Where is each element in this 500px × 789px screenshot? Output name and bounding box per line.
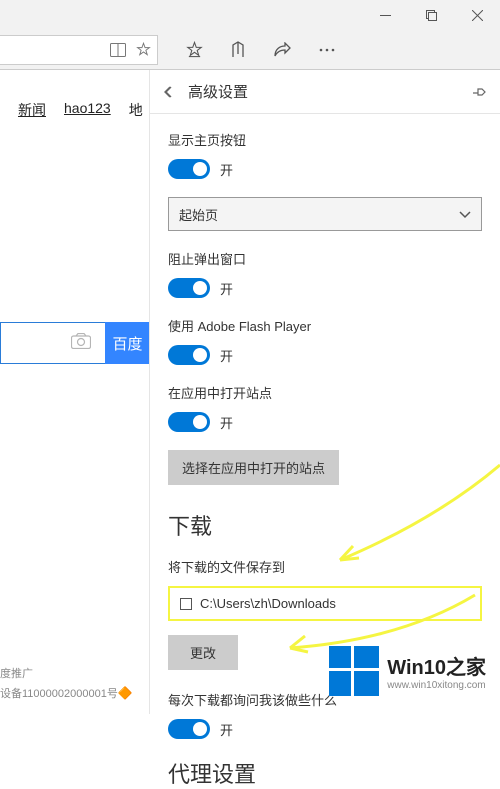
popup-block-toggle-row: 开: [168, 278, 482, 298]
nav-link-news[interactable]: 新闻: [18, 100, 46, 120]
ask-each-time-toggle-row: 开: [168, 719, 482, 739]
panel-header: 高级设置: [150, 70, 500, 114]
downloads-heading: 下载: [168, 509, 482, 541]
search-input[interactable]: [0, 322, 105, 364]
chevron-down-icon: [459, 207, 471, 222]
window-titlebar: [0, 0, 500, 30]
watermark-url: www.win10xitong.com: [387, 680, 486, 691]
settings-panel: 高级设置 显示主页按钮 开 起始页 阻止弹出窗口 开 使用 Adobe Flas…: [150, 70, 500, 714]
more-icon[interactable]: [319, 48, 335, 52]
toolbar-actions: [186, 41, 335, 58]
toggle-on-label: 开: [220, 413, 233, 432]
watermark: Win10之家 www.win10xitong.com: [329, 646, 486, 696]
nav-link-cut: 地: [129, 100, 143, 120]
download-path-box: C:\Users\zh\Downloads: [168, 586, 482, 621]
share-icon[interactable]: [274, 42, 291, 57]
camera-icon[interactable]: [71, 333, 91, 354]
home-button-label: 显示主页按钮: [168, 130, 482, 149]
toggle-on-label: 开: [220, 346, 233, 365]
open-in-app-toggle[interactable]: [168, 412, 210, 432]
reading-view-icon[interactable]: [110, 43, 126, 57]
notes-icon[interactable]: [231, 41, 246, 58]
dropdown-value: 起始页: [179, 205, 218, 224]
favorite-star-icon[interactable]: [136, 42, 151, 57]
home-button-toggle[interactable]: [168, 159, 210, 179]
maximize-button[interactable]: [408, 0, 454, 30]
popup-block-label: 阻止弹出窗口: [168, 249, 482, 268]
badge-icon: 🔶: [118, 686, 133, 700]
footer-text: 度推广 设备11000002000001号🔶: [0, 665, 133, 704]
watermark-text: Win10之家 www.win10xitong.com: [387, 651, 486, 691]
toggle-on-label: 开: [220, 160, 233, 179]
folder-icon: [180, 598, 192, 610]
toggle-on-label: 开: [220, 279, 233, 298]
page-background: 新闻 hao123 地 百度 度推广 设备11000002000001号🔶: [0, 70, 150, 714]
open-in-app-label: 在应用中打开站点: [168, 383, 482, 402]
flash-toggle[interactable]: [168, 345, 210, 365]
toggle-on-label: 开: [220, 720, 233, 739]
close-button[interactable]: [454, 0, 500, 30]
address-bar[interactable]: [0, 35, 158, 65]
flash-label: 使用 Adobe Flash Player: [168, 316, 482, 335]
choose-sites-button[interactable]: 选择在应用中打开的站点: [168, 450, 339, 485]
back-icon[interactable]: [164, 86, 178, 98]
open-in-app-toggle-row: 开: [168, 412, 482, 432]
ad-line1: 度推广: [0, 665, 133, 684]
home-button-toggle-row: 开: [168, 159, 482, 179]
change-button[interactable]: 更改: [168, 635, 238, 670]
nav-link-hao123[interactable]: hao123: [64, 100, 111, 120]
proxy-heading: 代理设置: [168, 757, 482, 789]
pin-icon[interactable]: [472, 85, 486, 99]
flash-toggle-row: 开: [168, 345, 482, 365]
nav-links: 新闻 hao123 地: [0, 100, 149, 120]
download-path: C:\Users\zh\Downloads: [200, 596, 336, 611]
ad-line2: 设备11000002000001号🔶: [0, 683, 133, 704]
watermark-logo-icon: [329, 646, 379, 696]
minimize-button[interactable]: [362, 0, 408, 30]
save-to-label: 将下载的文件保存到: [168, 557, 482, 576]
popup-block-toggle[interactable]: [168, 278, 210, 298]
favorites-hub-icon[interactable]: [186, 41, 203, 58]
search-bar: 百度: [0, 322, 150, 364]
browser-toolbar: [0, 30, 500, 70]
ask-each-time-toggle[interactable]: [168, 719, 210, 739]
panel-title: 高级设置: [188, 81, 462, 102]
search-button[interactable]: 百度: [105, 322, 150, 364]
startpage-dropdown[interactable]: 起始页: [168, 197, 482, 231]
